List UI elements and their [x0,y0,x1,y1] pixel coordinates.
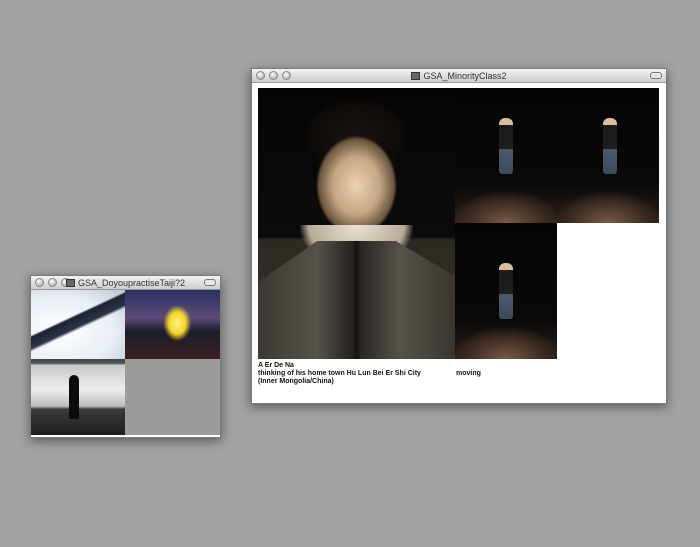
window-content: A Er De Na thinking of his home town Hu … [252,83,666,403]
caption-name: A Er De Na [258,362,294,369]
dancer-figure [499,118,513,174]
titlebar[interactable]: GSA_DoyoupractiseTaiji?2 [31,276,220,290]
artwork-sketch-image[interactable] [31,290,125,359]
caption-moving: moving [456,370,481,378]
document-icon [411,71,421,80]
dance-photo-1[interactable] [455,88,557,223]
artwork-city-image[interactable] [125,290,220,359]
dancer-figure [603,118,617,174]
caption-moving-text: moving [456,370,481,377]
caption-location: (Inner Mongolia/China) [258,378,334,385]
toolbar-toggle-icon[interactable] [204,279,216,286]
window-title: GSA_MinorityClass2 [252,69,666,82]
silhouette-figure [69,375,79,419]
portrait-image[interactable] [258,88,455,359]
window-content [31,290,220,437]
toolbar-toggle-icon[interactable] [650,72,662,79]
dancer-figure [499,263,513,319]
window-title-text: GSA_MinorityClass2 [423,70,507,81]
dance-photo-2[interactable] [557,88,659,223]
dance-photo-3[interactable] [455,223,557,359]
jacket [258,241,455,359]
artwork-room-image[interactable] [31,359,125,435]
window-title: GSA_DoyoupractiseTaiji?2 [31,276,220,289]
document-icon [65,278,75,287]
window-minority-class[interactable]: GSA_MinorityClass2 A Er De Na thinking o… [251,68,667,404]
caption-description: thinking of his home town Hu Lun Bei Er … [258,370,421,377]
empty-cell [125,359,220,435]
window-doyoupractise-taiji[interactable]: GSA_DoyoupractiseTaiji?2 [30,275,221,438]
caption-portrait: A Er De Na thinking of his home town Hu … [258,362,421,386]
window-title-text: GSA_DoyoupractiseTaiji?2 [77,277,186,288]
titlebar[interactable]: GSA_MinorityClass2 [252,69,666,83]
